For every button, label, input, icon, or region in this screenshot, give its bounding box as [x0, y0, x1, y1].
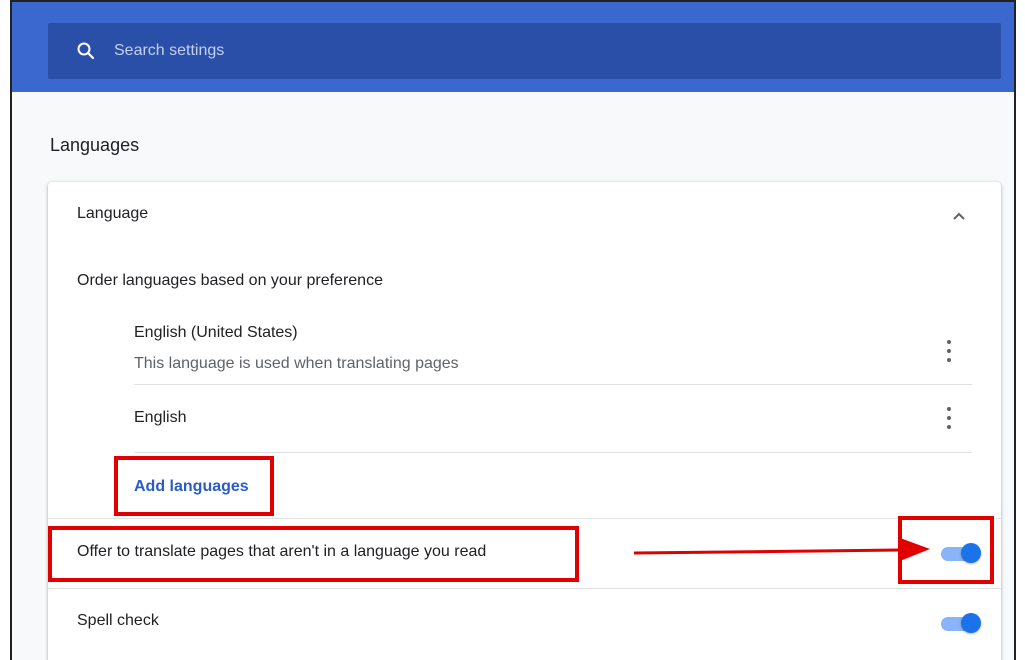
search-bar[interactable]: Search settings: [48, 23, 1001, 79]
language-item-description: This language is used when translating p…: [134, 355, 459, 372]
language-header[interactable]: Language: [77, 205, 148, 223]
divider: [134, 452, 972, 453]
order-languages-label: Order languages based on your preference: [77, 272, 383, 289]
divider: [48, 588, 1001, 589]
annotation-arrow-icon: [634, 538, 930, 561]
top-bar: Search settings: [12, 2, 1014, 92]
section-title: Languages: [50, 135, 140, 155]
more-options-icon[interactable]: [944, 340, 954, 362]
language-card: Language Order languages based on your p…: [48, 182, 1001, 660]
search-input[interactable]: Search settings: [114, 42, 224, 60]
language-item-name: English (United States): [134, 324, 298, 341]
language-item-name: English: [134, 409, 187, 426]
annotation-box-add-languages: [114, 456, 274, 516]
toggle-knob: [961, 613, 981, 633]
divider: [48, 518, 1001, 519]
annotation-box-offer-translate: [48, 526, 579, 582]
chevron-up-icon[interactable]: [950, 207, 968, 225]
spell-check-label: Spell check: [77, 612, 159, 629]
spell-check-toggle[interactable]: [939, 613, 981, 635]
divider: [134, 384, 972, 385]
more-options-icon[interactable]: [944, 407, 954, 429]
search-icon: [77, 42, 95, 60]
